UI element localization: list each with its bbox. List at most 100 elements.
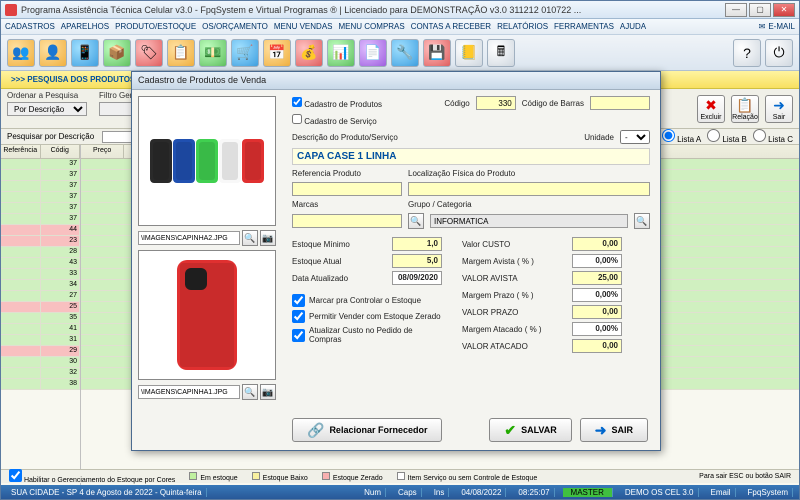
table-row[interactable]: 37 <box>1 181 80 192</box>
toolbar-suppliers-icon[interactable]: 👤 <box>39 39 67 67</box>
table-row[interactable]: 38 <box>1 379 80 390</box>
unit-select[interactable]: - <box>620 130 650 144</box>
toolbar-stock-icon[interactable]: 📦 <box>103 39 131 67</box>
toolbar-exit-icon[interactable]: ⏻ <box>765 39 793 67</box>
stock-cur-field[interactable]: 5,0 <box>392 254 442 268</box>
image1-search-button[interactable]: 🔍 <box>242 230 258 246</box>
table-row[interactable]: 41 <box>1 324 80 335</box>
stock-min-field[interactable]: 1,0 <box>392 237 442 251</box>
radio-lista-c[interactable]: Lista C <box>753 129 793 144</box>
value-atacado-field[interactable]: 0,00 <box>572 339 622 353</box>
brand-field[interactable] <box>292 214 402 228</box>
product-dialog: Cadastro de Produtos de Venda 🔍 📷 🔍 📷 <box>131 71 661 451</box>
menu-aparelhos[interactable]: APARELHOS <box>61 22 109 31</box>
cb-product[interactable]: Cadastro de Produtos <box>292 97 382 109</box>
image1-camera-button[interactable]: 📷 <box>260 230 276 246</box>
margin-atacado-field[interactable]: 0,00% <box>572 322 622 336</box>
close-button[interactable]: ✕ <box>773 3 795 17</box>
cb-service[interactable]: Cadastro de Serviço <box>292 114 382 126</box>
location-field[interactable] <box>408 182 650 196</box>
table-row[interactable]: 28 <box>1 247 80 258</box>
menu-produto[interactable]: PRODUTO/ESTOQUE <box>115 22 196 31</box>
menu-ferramentas[interactable]: FERRAMENTAS <box>554 22 614 31</box>
code-field[interactable] <box>476 96 516 110</box>
menu-contas[interactable]: CONTAS A RECEBER <box>411 22 491 31</box>
table-row[interactable]: 32 <box>1 368 80 379</box>
report-button[interactable]: 📋Relação <box>731 95 759 123</box>
maximize-button[interactable]: ▢ <box>749 3 771 17</box>
toolbar-cart-icon[interactable]: 🛒 <box>231 39 259 67</box>
value-prazo-field[interactable]: 0,00 <box>572 305 622 319</box>
image1-path-input[interactable] <box>138 231 240 245</box>
table-row[interactable]: 35 <box>1 313 80 324</box>
magnifier-icon: 🔍 <box>244 233 255 244</box>
toolbar-agenda-icon[interactable]: 📒 <box>455 39 483 67</box>
arrow-right-icon: ➜ <box>773 97 785 114</box>
table-row[interactable]: 30 <box>1 357 80 368</box>
table-row[interactable]: 44 <box>1 225 80 236</box>
radio-lista-a[interactable]: Lista A <box>662 129 701 144</box>
minimize-button[interactable]: — <box>725 3 747 17</box>
ck-sell-zero[interactable]: Permitir Vender com Estoque Zerado <box>292 310 442 323</box>
table-row[interactable]: 31 <box>1 335 80 346</box>
dialog-exit-button[interactable]: ➜SAIR <box>580 418 648 442</box>
left-grid[interactable]: ReferênciaCódig 373737373737442328433334… <box>1 145 81 497</box>
exclude-button[interactable]: ✖Excluir <box>697 95 725 123</box>
table-row[interactable]: 34 <box>1 280 80 291</box>
margin-avista-field[interactable]: 0,00% <box>572 254 622 268</box>
toolbar-report-icon[interactable]: 📄 <box>359 39 387 67</box>
ck-update-cost[interactable]: Atualizar Custo no Pedido de Compras <box>292 326 442 344</box>
table-row[interactable]: 25 <box>1 302 80 313</box>
save-button[interactable]: ✔SALVAR <box>489 418 571 442</box>
order-select[interactable]: Por Descrição <box>7 102 87 116</box>
toolbar-tag-icon[interactable]: 🏷 <box>135 39 163 67</box>
toolbar-os-icon[interactable]: 📋 <box>167 39 195 67</box>
image2-camera-button[interactable]: 📷 <box>260 384 276 400</box>
barcode-field[interactable] <box>590 96 650 110</box>
table-row[interactable]: 43 <box>1 258 80 269</box>
supplier-link-button[interactable]: 🔗Relacionar Fornecedor <box>292 418 442 442</box>
group-lookup-button[interactable]: 🔍 <box>634 213 650 229</box>
table-row[interactable]: 33 <box>1 269 80 280</box>
value-avista-field[interactable]: 25,00 <box>572 271 622 285</box>
table-row[interactable]: 37 <box>1 170 80 181</box>
toolbar-flow-icon[interactable]: 📊 <box>327 39 355 67</box>
table-row[interactable]: 29 <box>1 346 80 357</box>
reference-field[interactable] <box>292 182 402 196</box>
menu-vendas[interactable]: MENU VENDAS <box>274 22 333 31</box>
toolbar-help-icon[interactable]: ? <box>733 39 761 67</box>
description-field[interactable]: CAPA CASE 1 LINHA <box>292 148 650 165</box>
menu-os[interactable]: OS/ORÇAMENTO <box>202 22 268 31</box>
main-window: Programa Assistência Técnica Celular v3.… <box>0 0 800 500</box>
toolbar-calendar-icon[interactable]: 📅 <box>263 39 291 67</box>
magnifier-icon: 🔍 <box>244 387 255 398</box>
brand-lookup-button[interactable]: 🔍 <box>408 213 424 229</box>
toolbar-clients-icon[interactable]: 👥 <box>7 39 35 67</box>
toolbar-money-icon[interactable]: 💵 <box>199 39 227 67</box>
toolbar-backup-icon[interactable]: 💾 <box>423 39 451 67</box>
image2-search-button[interactable]: 🔍 <box>242 384 258 400</box>
toolbar-device-icon[interactable]: 📱 <box>71 39 99 67</box>
table-row[interactable]: 37 <box>1 203 80 214</box>
toolbar-receivable-icon[interactable]: 💰 <box>295 39 323 67</box>
menu-cadastros[interactable]: CADASTROS <box>5 22 55 31</box>
ck-control-stock[interactable]: Marcar pra Controlar o Estoque <box>292 294 442 307</box>
table-row[interactable]: 37 <box>1 192 80 203</box>
menu-relatorios[interactable]: RELATÓRIOS <box>497 22 548 31</box>
cost-field[interactable]: 0,00 <box>572 237 622 251</box>
toolbar-tools-icon[interactable]: 🔧 <box>391 39 419 67</box>
table-row[interactable]: 37 <box>1 214 80 225</box>
margin-prazo-field[interactable]: 0,00% <box>572 288 622 302</box>
menu-compras[interactable]: MENU COMPRAS <box>339 22 405 31</box>
exit-button[interactable]: ➜Sair <box>765 95 793 123</box>
image2-path-input[interactable] <box>138 385 240 399</box>
table-row[interactable]: 23 <box>1 236 80 247</box>
table-row[interactable]: 27 <box>1 291 80 302</box>
menu-ajuda[interactable]: AJUDA <box>620 22 646 31</box>
toolbar-calc-icon[interactable]: 🖩 <box>487 39 515 67</box>
enable-color-checkbox[interactable]: Habilitar o Gerenciamento do Estoque por… <box>9 469 175 484</box>
email-menu[interactable]: ✉ E-MAIL <box>759 22 795 31</box>
table-row[interactable]: 37 <box>1 159 80 170</box>
radio-lista-b[interactable]: Lista B <box>707 129 747 144</box>
group-field[interactable] <box>430 214 628 228</box>
